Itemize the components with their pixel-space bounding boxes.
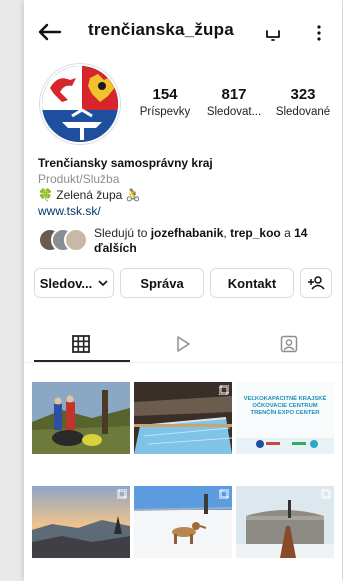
stat-label: Sledované bbox=[275, 106, 331, 118]
profile-tabs bbox=[24, 326, 342, 363]
post-thumbnail[interactable] bbox=[32, 486, 130, 558]
tab-tagged[interactable] bbox=[236, 326, 342, 362]
tab-reels[interactable] bbox=[130, 326, 236, 362]
profile-username: trenčianska_župa bbox=[88, 20, 234, 39]
stat-value: 817 bbox=[221, 86, 247, 103]
grid-icon bbox=[72, 335, 90, 353]
following-button-label: Sledov... bbox=[39, 275, 93, 291]
followed-by-text: Sledujú to jozefhabanik, trep_koo a 14 ď… bbox=[94, 226, 330, 256]
profile-category: Produkt/Služba bbox=[38, 172, 120, 186]
post-thumbnail[interactable] bbox=[32, 382, 130, 454]
divider bbox=[24, 362, 342, 363]
follower-name[interactable]: jozefhabanik bbox=[151, 226, 224, 240]
message-button-label: Správa bbox=[140, 275, 184, 291]
posts-grid: VEĽKOKAPACITNÉ KRAJSKÉ OČKOVACIE CENTRUM… bbox=[32, 382, 342, 581]
tab-grid[interactable] bbox=[28, 326, 134, 362]
stat-label: Príspevky bbox=[139, 106, 191, 118]
play-icon bbox=[177, 336, 190, 352]
post-thumbnail[interactable]: VEĽKOKAPACITNÉ KRAJSKÉ OČKOVACIE CENTRUM… bbox=[236, 382, 334, 454]
followed-by[interactable]: Sledujú to jozefhabanik, trep_koo a 14 ď… bbox=[38, 226, 334, 260]
top-bar: trenčianska_župa bbox=[24, 18, 342, 50]
stat-value: 154 bbox=[152, 86, 178, 103]
add-person-icon bbox=[308, 276, 325, 290]
post-thumbnail[interactable] bbox=[134, 486, 232, 558]
connector: a bbox=[280, 226, 295, 240]
back-arrow-icon[interactable] bbox=[36, 22, 62, 42]
profile-name: Trenčiansky samosprávny kraj bbox=[38, 156, 213, 170]
carousel-icon bbox=[219, 489, 229, 499]
post-thumbnail[interactable] bbox=[236, 486, 334, 558]
stat-followers[interactable]: 817 Sledovat... bbox=[201, 86, 267, 126]
post-thumbnail[interactable] bbox=[134, 382, 232, 454]
coat-of-arms-icon bbox=[42, 66, 118, 142]
contact-button-label: Kontakt bbox=[227, 275, 277, 291]
followed-prefix: Sledujú to bbox=[94, 226, 151, 240]
device-frame: trenčianska_župa 154 Príspevky 817 Sledo… bbox=[0, 0, 343, 581]
follower-name[interactable]: trep_koo bbox=[230, 226, 281, 240]
notifications-icon[interactable] bbox=[264, 24, 282, 42]
stat-following[interactable]: 323 Sledované bbox=[270, 86, 336, 126]
tagged-person-icon bbox=[280, 335, 298, 353]
profile-website-link[interactable]: www.tsk.sk/ bbox=[38, 203, 328, 219]
avatar bbox=[64, 228, 88, 252]
profile-actions: Sledov... Správa Kontakt bbox=[34, 268, 334, 298]
carousel-icon bbox=[321, 489, 331, 499]
message-button[interactable]: Správa bbox=[120, 268, 204, 298]
profile-stats: 154 Príspevky 817 Sledovat... 323 Sledov… bbox=[132, 86, 336, 126]
follower-avatars bbox=[38, 228, 90, 254]
contact-button[interactable]: Kontakt bbox=[210, 268, 294, 298]
profile-bio: Trenčiansky samosprávny kraj Produkt/Slu… bbox=[38, 155, 328, 219]
more-options-icon[interactable] bbox=[316, 24, 322, 42]
carousel-icon bbox=[117, 489, 127, 499]
stat-value: 323 bbox=[290, 86, 316, 103]
suggest-users-button[interactable] bbox=[300, 268, 332, 298]
profile-bio-line: 🍀 Zelená župa 🚴 bbox=[38, 188, 141, 202]
chevron-down-icon bbox=[98, 280, 108, 287]
stat-posts[interactable]: 154 Príspevky bbox=[132, 86, 198, 126]
post-caption-text: VEĽKOKAPACITNÉ KRAJSKÉ OČKOVACIE CENTRUM… bbox=[243, 396, 327, 416]
stat-label: Sledovat... bbox=[206, 106, 262, 118]
carousel-icon bbox=[219, 385, 229, 395]
following-button[interactable]: Sledov... bbox=[34, 268, 114, 298]
profile-avatar[interactable] bbox=[40, 64, 120, 144]
instagram-profile-screen: trenčianska_župa 154 Príspevky 817 Sledo… bbox=[24, 0, 342, 581]
